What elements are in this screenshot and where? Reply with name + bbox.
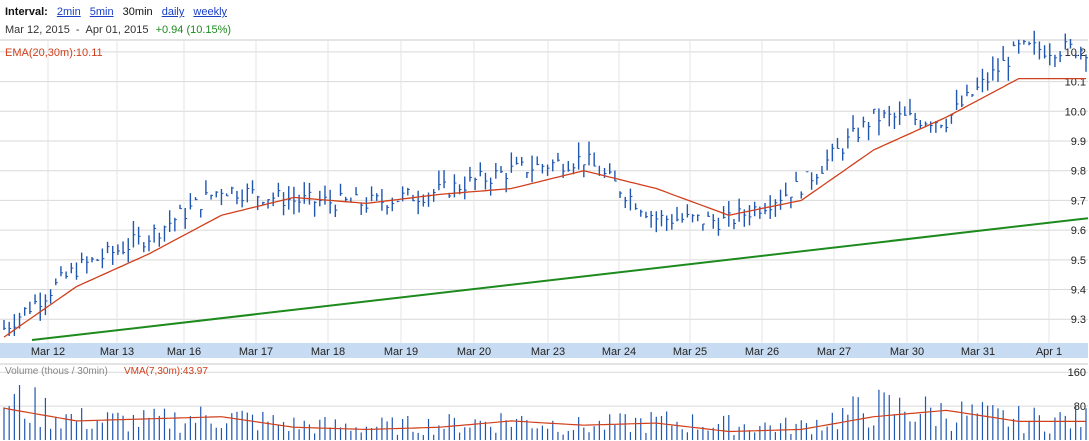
price-bars — [3, 30, 1088, 336]
date-tick-label: Mar 20 — [457, 346, 491, 358]
ema-line — [3, 77, 1086, 338]
volume-tick-label: 160 — [1068, 367, 1086, 379]
date-tick-label: Mar 17 — [239, 346, 273, 358]
trend-line — [31, 217, 1089, 342]
date-tick-label: Mar 30 — [890, 346, 924, 358]
date-tick-label: Mar 19 — [384, 346, 418, 358]
date-tick-label: Mar 18 — [311, 346, 345, 358]
date-tick-label: Apr 1 — [1036, 346, 1062, 358]
price-volume-chart: 9.39.49.59.69.79.89.910.010.110.2EMA(20,… — [0, 30, 1089, 440]
price-tick-label: 9.6 — [1071, 225, 1086, 237]
date-tick-label: Mar 12 — [31, 346, 65, 358]
date-tick-label: Mar 13 — [100, 346, 134, 358]
date-tick-label: Mar 23 — [531, 346, 565, 358]
price-tick-label: 9.4 — [1071, 285, 1086, 297]
price-tick-label: 9.7 — [1071, 195, 1086, 207]
date-tick-label: Mar 16 — [167, 346, 201, 358]
volume-legend: Volume (thous / 30min) — [5, 366, 108, 377]
price-tick-label: 10.0 — [1065, 106, 1086, 118]
vma-line — [3, 407, 1086, 433]
date-tick-label: Mar 24 — [602, 346, 636, 358]
date-tick-label: Mar 27 — [817, 346, 851, 358]
price-tick-label: 9.5 — [1071, 255, 1086, 267]
vma-legend: VMA(7,30m):43.97 — [124, 366, 208, 377]
date-tick-label: Mar 25 — [673, 346, 707, 358]
price-tick-label: 9.9 — [1071, 136, 1086, 148]
price-tick-label: 9.8 — [1071, 166, 1086, 178]
ema-legend: EMA(20,30m):10.11 — [5, 47, 103, 59]
date-tick-label: Mar 26 — [745, 346, 779, 358]
price-tick-label: 9.3 — [1071, 314, 1086, 326]
date-tick-label: Mar 31 — [961, 346, 995, 358]
